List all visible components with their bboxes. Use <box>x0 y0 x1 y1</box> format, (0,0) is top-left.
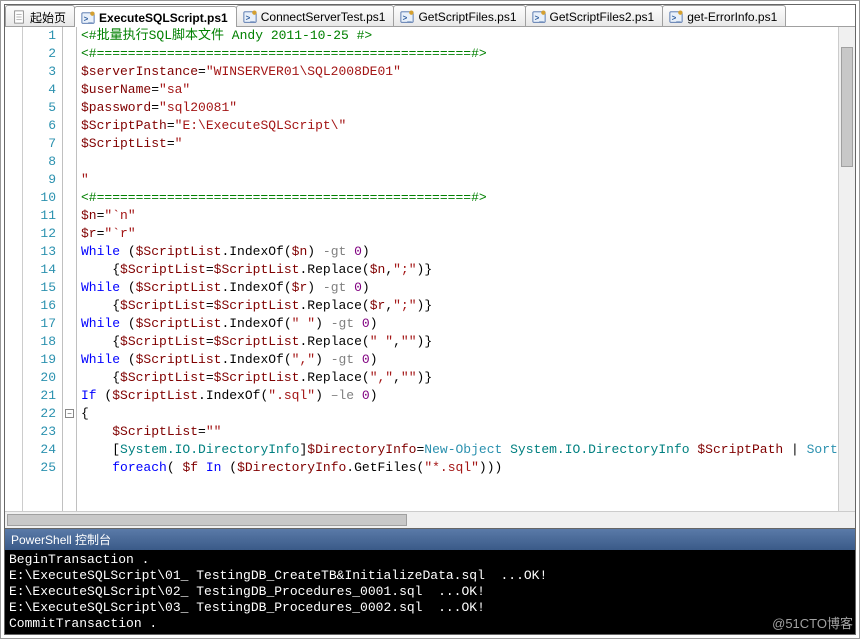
line-number: 1 <box>23 27 56 45</box>
powershell-icon: >_ <box>243 10 257 24</box>
code-line[interactable]: { <box>81 405 838 423</box>
code-line[interactable] <box>81 153 838 171</box>
line-number: 8 <box>23 153 56 171</box>
tab-get-ErrorInfo-ps1[interactable]: >_ get-ErrorInfo.ps1 <box>662 5 786 26</box>
tab-label: ConnectServerTest.ps1 <box>261 10 386 24</box>
line-number: 5 <box>23 99 56 117</box>
console-line: E:\ExecuteSQLScript\01_ TestingDB_Create… <box>9 568 851 584</box>
fold-margin[interactable]: − <box>63 27 77 511</box>
console-title: PowerShell 控制台 <box>5 528 855 550</box>
line-number: 18 <box>23 333 56 351</box>
code-line[interactable]: $ScriptPath="E:\ExecuteSQLScript\" <box>81 117 838 135</box>
code-line[interactable]: {$ScriptList=$ScriptList.Replace($n,";")… <box>81 261 838 279</box>
line-number: 25 <box>23 459 56 477</box>
line-number: 21 <box>23 387 56 405</box>
code-line[interactable]: $ScriptList=" <box>81 135 838 153</box>
line-number: 22 <box>23 405 56 423</box>
line-number: 20 <box>23 369 56 387</box>
tab-GetScriptFiles-ps1[interactable]: >_ GetScriptFiles.ps1 <box>393 5 525 26</box>
line-number: 4 <box>23 81 56 99</box>
tab-label: get-ErrorInfo.ps1 <box>687 10 777 24</box>
line-number: 24 <box>23 441 56 459</box>
svg-text:>_: >_ <box>245 14 255 23</box>
line-number: 14 <box>23 261 56 279</box>
watermark: @51CTO博客 <box>772 613 853 632</box>
line-number: 12 <box>23 225 56 243</box>
line-number: 19 <box>23 351 56 369</box>
svg-text:>_: >_ <box>534 14 544 23</box>
line-number: 17 <box>23 315 56 333</box>
tab-label: ExecuteSQLScript.ps1 <box>99 11 228 25</box>
scroll-thumb[interactable] <box>841 47 853 167</box>
tab-label: GetScriptFiles2.ps1 <box>550 10 655 24</box>
code-line[interactable]: <#批量执行SQL脚本文件 Andy 2011-10-25 #> <box>81 27 838 45</box>
code-line[interactable]: While ($ScriptList.IndexOf(",") -gt 0) <box>81 351 838 369</box>
line-number: 9 <box>23 171 56 189</box>
code-line[interactable]: $password="sql20081" <box>81 99 838 117</box>
code-line[interactable]: {$ScriptList=$ScriptList.Replace(" ","")… <box>81 333 838 351</box>
tab-ExecuteSQLScript-ps1[interactable]: >_ ExecuteSQLScript.ps1 <box>74 6 237 27</box>
powershell-console[interactable]: BeginTransaction .E:\ExecuteSQLScript\01… <box>5 550 855 634</box>
vertical-scrollbar[interactable] <box>838 27 855 511</box>
horizontal-scrollbar[interactable] <box>5 511 855 528</box>
code-line[interactable]: " <box>81 171 838 189</box>
breakpoint-margin[interactable] <box>5 27 23 511</box>
code-line[interactable]: $ScriptList="" <box>81 423 838 441</box>
line-number: 13 <box>23 243 56 261</box>
code-line[interactable]: $serverInstance="WINSERVER01\SQL2008DE01… <box>81 63 838 81</box>
line-number: 23 <box>23 423 56 441</box>
fold-toggle-icon[interactable]: − <box>65 409 74 418</box>
powershell-icon: >_ <box>400 10 414 24</box>
code-area[interactable]: <#批量执行SQL脚本文件 Andy 2011-10-25 #><#======… <box>77 27 838 511</box>
code-line[interactable]: {$ScriptList=$ScriptList.Replace(",","")… <box>81 369 838 387</box>
powershell-icon: >_ <box>532 10 546 24</box>
code-line[interactable]: If ($ScriptList.IndexOf(".sql") –le 0) <box>81 387 838 405</box>
powershell-icon: >_ <box>669 10 683 24</box>
tab-label: GetScriptFiles.ps1 <box>418 10 516 24</box>
code-line[interactable]: foreach( $f In ($DirectoryInfo.GetFiles(… <box>81 459 838 477</box>
code-line[interactable]: <#======================================… <box>81 189 838 207</box>
page-icon <box>12 10 26 24</box>
line-number: 10 <box>23 189 56 207</box>
line-number: 3 <box>23 63 56 81</box>
tab--[interactable]: 起始页 <box>5 5 75 26</box>
console-line: E:\ExecuteSQLScript\02_ TestingDB_Proced… <box>9 584 851 600</box>
line-number: 6 <box>23 117 56 135</box>
code-line[interactable]: [System.IO.DirectoryInfo]$DirectoryInfo=… <box>81 441 838 459</box>
powershell-icon: >_ <box>81 11 95 25</box>
tab-GetScriptFiles2-ps1[interactable]: >_ GetScriptFiles2.ps1 <box>525 5 664 26</box>
tab-ConnectServerTest-ps1[interactable]: >_ ConnectServerTest.ps1 <box>236 5 395 26</box>
svg-text:>_: >_ <box>84 15 94 24</box>
code-line[interactable]: $n="`n" <box>81 207 838 225</box>
code-line[interactable]: While ($ScriptList.IndexOf($r) -gt 0) <box>81 279 838 297</box>
line-number: 2 <box>23 45 56 63</box>
code-line[interactable]: <#======================================… <box>81 45 838 63</box>
line-number: 15 <box>23 279 56 297</box>
code-line[interactable]: While ($ScriptList.IndexOf(" ") -gt 0) <box>81 315 838 333</box>
console-line: CommitTransaction . <box>9 616 851 632</box>
svg-text:>_: >_ <box>403 14 413 23</box>
line-number-gutter: 1234567891011121314151617181920212223242… <box>23 27 63 511</box>
line-number: 7 <box>23 135 56 153</box>
line-number: 11 <box>23 207 56 225</box>
code-editor[interactable]: 1234567891011121314151617181920212223242… <box>5 27 855 511</box>
svg-text:>_: >_ <box>672 14 682 23</box>
code-line[interactable]: $userName="sa" <box>81 81 838 99</box>
console-line: BeginTransaction . <box>9 552 851 568</box>
code-line[interactable]: {$ScriptList=$ScriptList.Replace($r,";")… <box>81 297 838 315</box>
console-line: E:\ExecuteSQLScript\03_ TestingDB_Proced… <box>9 600 851 616</box>
tab-label: 起始页 <box>30 9 66 26</box>
code-line[interactable]: While ($ScriptList.IndexOf($n) -gt 0) <box>81 243 838 261</box>
scroll-thumb[interactable] <box>7 514 407 526</box>
line-number: 16 <box>23 297 56 315</box>
editor-tabs: 起始页 >_ ExecuteSQLScript.ps1 >_ ConnectServer… <box>5 5 855 27</box>
code-line[interactable]: $r="`r" <box>81 225 838 243</box>
